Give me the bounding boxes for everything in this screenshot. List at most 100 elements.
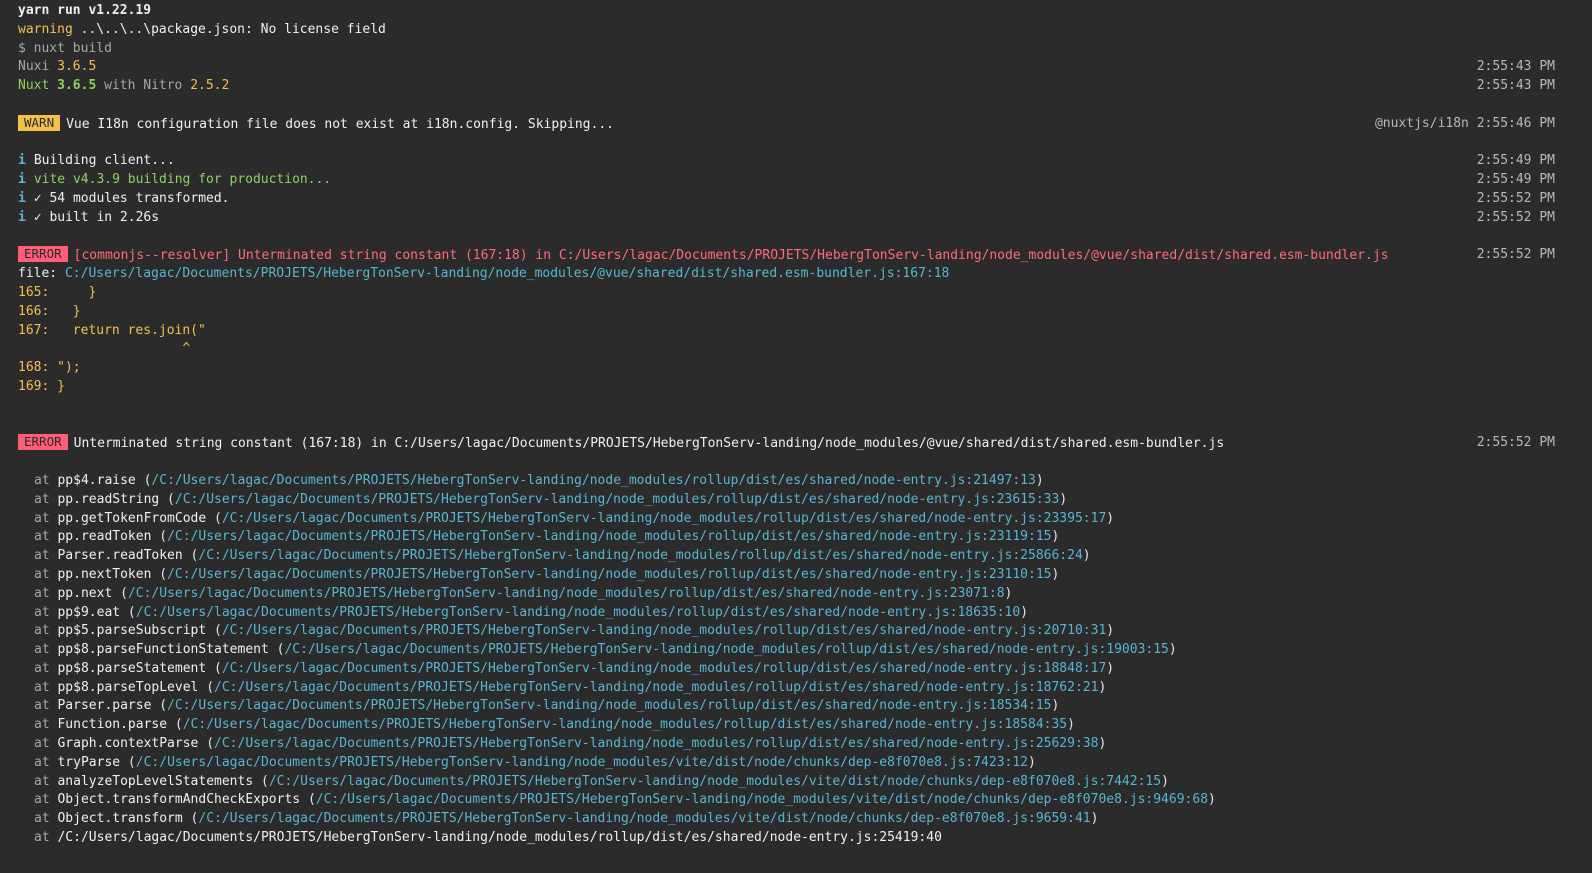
close-paren: ) [1051,529,1060,545]
stack-frame: at pp.nextToken (/C:/Users/lagac/Documen… [0,566,1592,585]
open-paren: ( [268,642,285,658]
yarn-run-text: yarn run v1.22.19 [18,3,152,18]
error-message: Unterminated string constant (167:18) in… [73,436,1225,452]
open-paren: ( [198,736,215,752]
stack-trace: at pp$4.raise (/C:/Users/lagac/Documents… [0,472,1592,848]
terminal-output[interactable]: yarn run v1.22.19 warning ..\..\..\packa… [0,0,1592,873]
stack-frame-path[interactable]: /C:/Users/lagac/Documents/PROJETS/Heberg… [167,529,1051,544]
stack-frame-path[interactable]: /C:/Users/lagac/Documents/PROJETS/Heberg… [316,792,1208,807]
stack-frame-path[interactable]: /C:/Users/lagac/Documents/PROJETS/Heberg… [167,567,1051,582]
stack-frame-function: pp.getTokenFromCode [57,510,207,526]
stack-frame-path[interactable]: /C:/Users/lagac/Documents/PROJETS/Heberg… [183,717,1067,732]
stack-at-keyword: at [34,792,58,808]
stack-frame-function: analyzeTopLevelStatements [57,773,254,789]
timestamp: 2:55:52 PM [1476,190,1555,206]
stack-frame-path[interactable]: /C:/Users/lagac/Documents/PROJETS/Heberg… [269,774,1161,789]
nitro-label: with Nitro [96,78,191,94]
open-paren: ( [151,698,168,714]
nuxt-label: Nuxt [18,78,58,94]
error-file-path[interactable]: C:/Users/lagac/Documents/PROJETS/HebergT… [65,266,949,281]
stack-frame-function: pp.nextToken [57,566,152,582]
stack-at-keyword: at [34,811,58,827]
stack-frame-path[interactable]: /C:/Users/lagac/Documents/PROJETS/Heberg… [222,511,1106,526]
stack-frame-function: Parser.readToken [57,548,183,564]
stack-frame-path[interactable]: /C:/Users/lagac/Documents/PROJETS/Heberg… [198,548,1082,563]
nuxi-label: Nuxi [18,59,58,75]
code-line: 165: } [18,284,97,300]
stack-frame-function: pp$8.parseStatement [57,660,207,676]
error-message: [commonjs--resolver] Unterminated string… [73,248,1389,264]
error-badge: ERROR [18,434,68,451]
info-icon: i [18,172,26,188]
warn-source-and-time: @nuxtjs/i18n 2:55:46 PM [1375,115,1555,134]
stack-frame: at pp.readString (/C:/Users/lagac/Docume… [0,491,1592,510]
warning-text: ..\..\..\package.json: No license field [72,21,386,37]
license-warning-line: warning ..\..\..\package.json: No licens… [0,21,1592,40]
stack-at-keyword: at [34,510,58,526]
stack-frame-path[interactable]: /C:/Users/lagac/Documents/PROJETS/Heberg… [284,642,1168,657]
stack-frame-path[interactable]: /C:/Users/lagac/Documents/PROJETS/Heberg… [128,586,1005,601]
close-paren: ) [1051,698,1060,714]
stack-at-keyword: at [34,566,58,582]
stack-frame: at pp$8.parseTopLevel (/C:/Users/lagac/D… [0,679,1592,698]
stack-frame: at Function.parse (/C:/Users/lagac/Docum… [0,716,1592,735]
stack-frame-path[interactable]: /C:/Users/lagac/Documents/PROJETS/Heberg… [214,680,1098,695]
stack-at-keyword: at [34,623,58,639]
info-line: i ✓ 54 modules transformed. 2:55:52 PM [0,190,1592,209]
stack-frame-path[interactable]: /C:/Users/lagac/Documents/PROJETS/Heberg… [151,473,1035,488]
stack-frame: at pp$9.eat (/C:/Users/lagac/Documents/P… [0,604,1592,623]
info-icon: i [18,190,26,206]
stack-frame: at pp$5.parseSubscript (/C:/Users/lagac/… [0,622,1592,641]
stack-frame-path[interactable]: /C:/Users/lagac/Documents/PROJETS/Heberg… [198,811,1090,826]
stack-frame: at Graph.contextParse (/C:/Users/lagac/D… [0,735,1592,754]
stack-frame-path[interactable]: /C:/Users/lagac/Documents/PROJETS/Heberg… [214,736,1098,751]
open-paren: ( [206,510,222,526]
stack-frame-path[interactable]: /C:/Users/lagac/Documents/PROJETS/Heberg… [57,830,941,845]
close-paren: ) [1106,623,1115,639]
close-paren: ) [1161,773,1169,789]
nitro-version: 2.5.2 [190,78,230,94]
info-text: ✓ built in 2.26s [33,209,160,225]
warn-badge: WARN [18,114,61,131]
stack-frame-path[interactable]: /C:/Users/lagac/Documents/PROJETS/Heberg… [222,623,1106,638]
timestamp: 2:55:46 PM [1476,115,1555,131]
timestamp: 2:55:43 PM [1476,59,1555,75]
warn-source-tag: @nuxtjs/i18n [1374,115,1469,131]
stack-frame-function: pp.next [57,585,113,601]
info-text: Building client... [33,153,175,169]
close-paren: ) [1067,717,1075,733]
code-line: 167: return res.join(" [18,322,206,338]
info-icon: i [18,153,26,169]
stack-at-keyword: at [34,736,58,752]
stack-frame-function: Object.transform [57,811,183,827]
open-paren: ( [120,604,136,620]
code-line: 168: "); [18,360,81,376]
stack-at-keyword: at [34,773,58,789]
nuxi-version: 3.6.5 [57,59,97,75]
close-paren: ) [1090,811,1099,827]
stack-frame-path[interactable]: /C:/Users/lagac/Documents/PROJETS/Heberg… [136,755,1028,770]
stack-at-keyword: at [34,754,58,770]
info-line: i vite v4.3.9 building for production... 2… [0,171,1592,190]
info-text: vite v4.3.9 building for production... [33,172,332,188]
close-paren: ) [1098,679,1107,695]
open-paren: ( [253,773,269,789]
stack-frame-function: Object.transformAndCheckExports [57,792,301,808]
open-paren: ( [206,623,222,639]
code-line: 169: } [18,378,65,394]
close-paren: ) [1004,585,1013,601]
stack-frame-path[interactable]: /C:/Users/lagac/Documents/PROJETS/Heberg… [222,661,1106,676]
stack-frame-path[interactable]: /C:/Users/lagac/Documents/PROJETS/Heberg… [167,698,1051,713]
stack-at-keyword: at [34,660,58,676]
code-excerpt: 165: } 166: } 167: return res.join(" ^ 168:… [0,284,1592,397]
open-paren: ( [151,566,168,582]
stack-frame-path[interactable]: /C:/Users/lagac/Documents/PROJETS/Heberg… [175,492,1059,507]
close-paren: ) [1035,472,1044,488]
stack-frame-function: pp$8.parseFunctionStatement [57,642,269,658]
open-paren: ( [159,491,175,507]
stack-frame-function: pp.readString [57,491,160,507]
yarn-run-line: yarn run v1.22.19 [0,2,1592,21]
stack-frame-path[interactable]: /C:/Users/lagac/Documents/PROJETS/Heberg… [136,605,1020,620]
